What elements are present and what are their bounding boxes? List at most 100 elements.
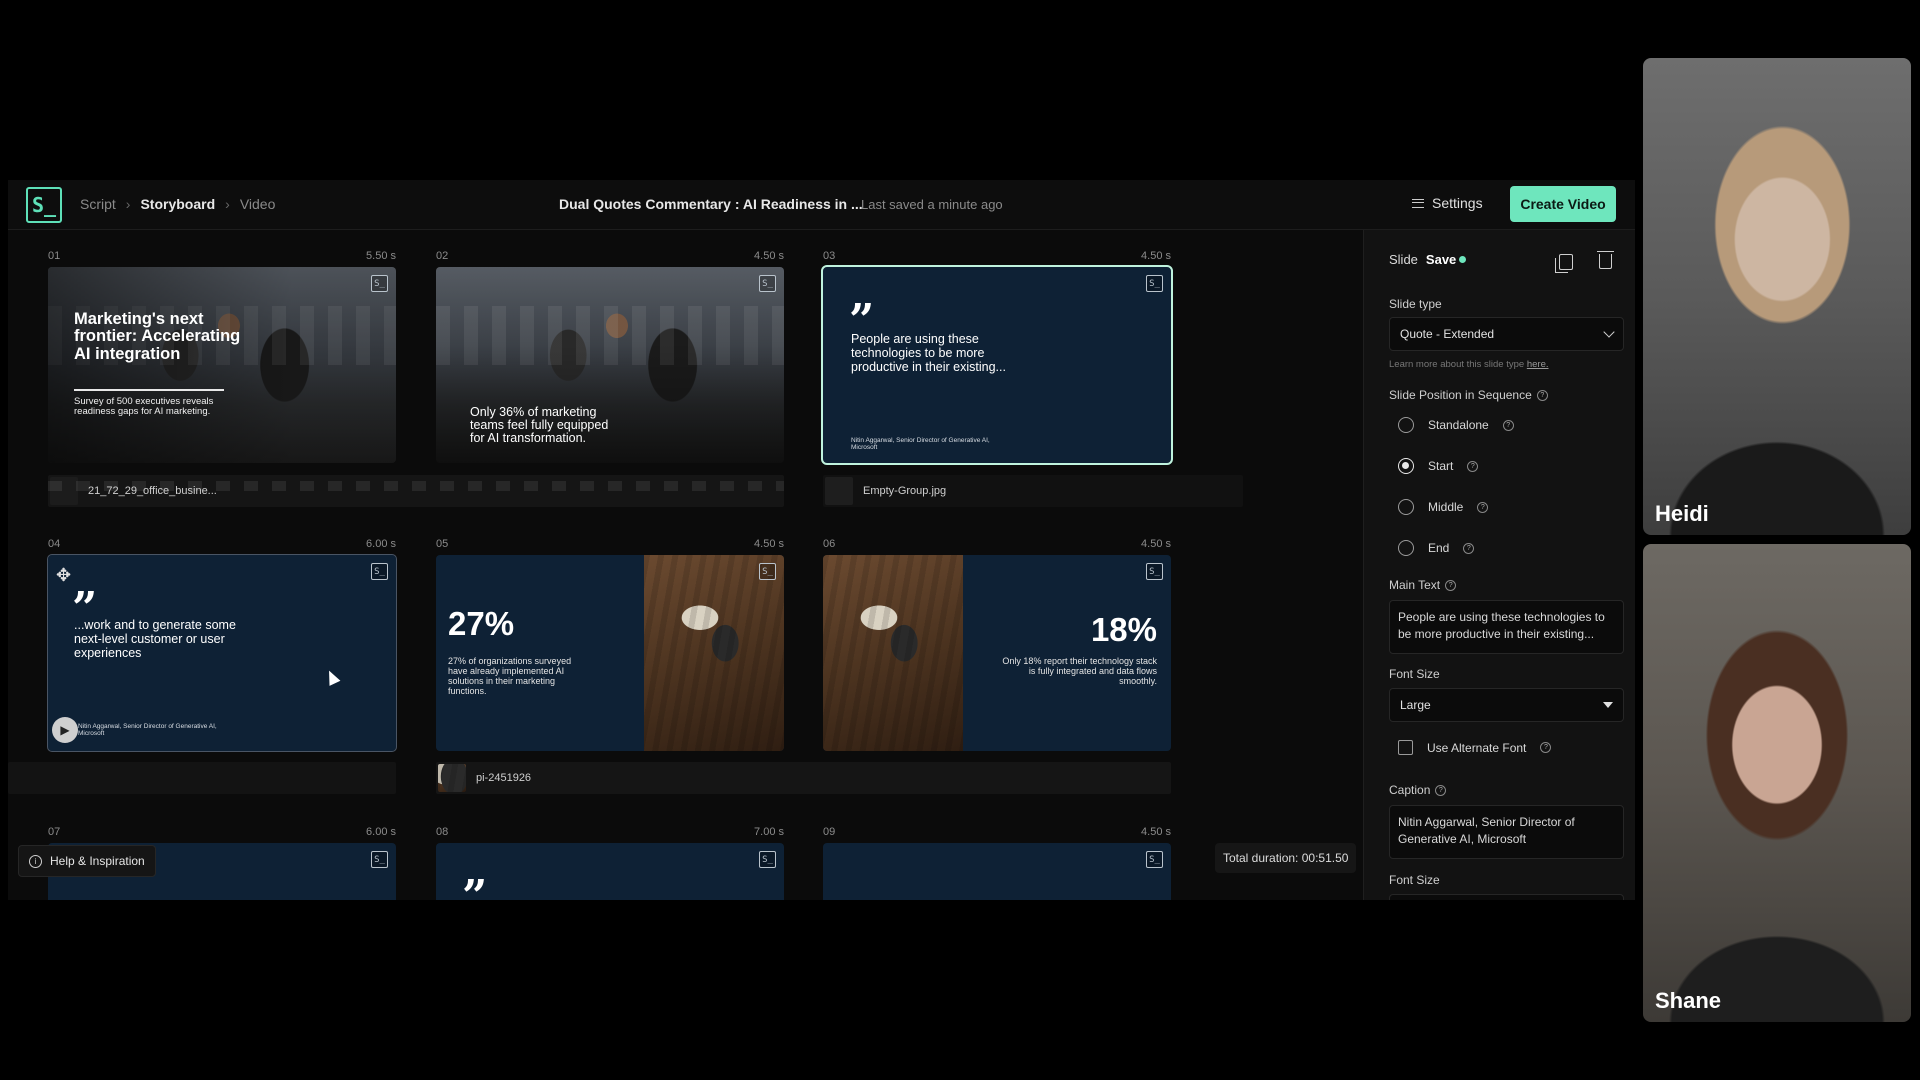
menu-icon: [1412, 198, 1424, 208]
slide-type-icon[interactable]: S_: [1146, 851, 1163, 868]
radio-button-selected[interactable]: [1398, 458, 1414, 474]
asset-bar[interactable]: Empty-Group.jpg: [823, 475, 1243, 507]
slide-type-icon[interactable]: S_: [759, 275, 776, 292]
slide-card[interactable]: 09 4.50 s S_: [823, 821, 1171, 900]
create-video-button[interactable]: Create Video: [1510, 186, 1616, 222]
checkbox[interactable]: [1398, 740, 1413, 755]
breadcrumb-storyboard[interactable]: Storyboard: [140, 196, 215, 212]
help-icon[interactable]: ?: [1445, 579, 1457, 591]
unsaved-dot-icon: [1459, 256, 1467, 263]
help-icon[interactable]: ?: [1477, 501, 1489, 513]
breadcrumb-script[interactable]: Script: [80, 196, 116, 212]
slide-type-icon[interactable]: S_: [759, 851, 776, 868]
slide-type-icon[interactable]: S_: [371, 563, 388, 580]
breadcrumb-video[interactable]: Video: [240, 196, 276, 212]
slide-duration: 5.50 s: [366, 250, 396, 262]
slide-type-icon[interactable]: S_: [1146, 563, 1163, 580]
slide-settings-panel: Slide Save Slide type Quote - Extended L…: [1363, 230, 1635, 900]
play-icon[interactable]: ▶: [52, 717, 78, 743]
font-size-select[interactable]: Large: [1389, 688, 1624, 722]
slide-quote: ...work and to generate some next-level …: [74, 618, 236, 660]
slide-thumbnail[interactable]: 27% 27% of organizations surveyed have a…: [436, 555, 784, 751]
chevron-down-icon: [1603, 326, 1615, 338]
font-size-value: Large: [1400, 698, 1431, 712]
caption-label: Caption ?: [1389, 783, 1447, 797]
asset-bar[interactable]: 21_72_29_office_busine...: [48, 475, 784, 507]
move-icon[interactable]: ✥: [56, 565, 71, 586]
radio-standalone[interactable]: Standalone ?: [1398, 417, 1514, 433]
alternate-font-checkbox-row[interactable]: Use Alternate Font ?: [1398, 740, 1552, 755]
slide-thumbnail[interactable]: Marketing's next frontier: Accelerating …: [48, 267, 396, 463]
slide-duration: 4.50 s: [754, 538, 784, 550]
slide-thumbnail[interactable]: ” People are using these technologies to…: [821, 265, 1173, 465]
slide-card[interactable]: 04 6.00 s ✥ ” ...work and to generate so…: [47, 533, 397, 752]
main-text-input[interactable]: People are using these technologies to b…: [1389, 600, 1624, 654]
slide-thumbnail[interactable]: S_: [823, 843, 1171, 900]
slide-type-label: Slide type: [1389, 297, 1442, 311]
help-icon[interactable]: ?: [1467, 460, 1479, 472]
radio-middle[interactable]: Middle ?: [1398, 499, 1489, 515]
storyboard-grid: 01 5.50 s Marketing's next frontier: Acc…: [8, 230, 1363, 900]
duplicate-icon[interactable]: [1555, 254, 1573, 273]
radio-button[interactable]: [1398, 417, 1414, 433]
help-inspiration-button[interactable]: i Help & Inspiration: [18, 845, 156, 877]
slide-card[interactable]: 06 4.50 s 18% Only 18% report their tech…: [823, 533, 1171, 751]
slide-number: 02: [436, 250, 449, 262]
radio-button[interactable]: [1398, 540, 1414, 556]
asset-thumbnail: [438, 764, 466, 792]
radio-button[interactable]: [1398, 499, 1414, 515]
help-icon[interactable]: ?: [1540, 742, 1552, 753]
slide-card-selected[interactable]: 03 4.50 s ” People are using these techn…: [821, 245, 1173, 465]
slide-card[interactable]: 02 4.50 s Only 36% of marketing teams fe…: [436, 245, 784, 463]
slide-thumbnail[interactable]: ” S_: [436, 843, 784, 900]
slide-duration: 6.00 s: [366, 538, 396, 550]
save-status: Last saved a minute ago: [861, 197, 1003, 212]
trash-icon[interactable]: [1597, 251, 1614, 269]
slide-type-icon[interactable]: S_: [759, 563, 776, 580]
top-bar: S_ Script › Storyboard › Video Dual Quot…: [8, 180, 1635, 230]
save-button[interactable]: Save: [1426, 252, 1467, 267]
help-icon[interactable]: ?: [1463, 542, 1475, 554]
slide-number: 06: [823, 538, 836, 550]
help-icon[interactable]: ?: [1502, 419, 1514, 431]
settings-label: Settings: [1432, 195, 1483, 211]
help-icon[interactable]: ?: [1536, 389, 1548, 401]
slide-type-icon[interactable]: S_: [371, 275, 388, 292]
caption-font-size-select[interactable]: [1389, 894, 1624, 900]
caption-font-size-label: Font Size: [1389, 873, 1440, 887]
slide-card[interactable]: 01 5.50 s Marketing's next frontier: Acc…: [48, 245, 396, 463]
caption-input[interactable]: Nitin Aggarwal, Senior Director of Gener…: [1389, 805, 1624, 859]
help-icon[interactable]: ?: [1435, 784, 1447, 796]
app-logo[interactable]: S_: [26, 187, 62, 223]
slide-thumbnail[interactable]: Only 36% of marketing teams feel fully e…: [436, 267, 784, 463]
slide-type-icon[interactable]: S_: [1146, 275, 1163, 292]
learn-more-link[interactable]: here.: [1527, 359, 1549, 370]
asset-filename: pi-2451926: [476, 772, 532, 784]
learn-more-text: Learn more about this slide type here.: [1389, 359, 1549, 370]
slide-type-select[interactable]: Quote - Extended: [1389, 317, 1624, 351]
participant-video: Heidi: [1643, 58, 1911, 535]
participant-name: Heidi: [1655, 501, 1709, 526]
slide-subtitle: Survey of 500 executives reveals readine…: [74, 396, 214, 418]
asset-bar[interactable]: [8, 762, 396, 794]
slide-number: 04: [48, 538, 61, 550]
slide-number: 03: [823, 250, 836, 262]
participant-video: Shane: [1643, 544, 1911, 1022]
document-title[interactable]: Dual Quotes Commentary : AI Readiness in…: [559, 196, 863, 212]
slide-card[interactable]: 08 7.00 s ” S_: [436, 821, 784, 900]
slide-thumbnail[interactable]: 18% Only 18% report their technology sta…: [823, 555, 1171, 751]
caret-down-icon: [1603, 702, 1613, 708]
settings-button[interactable]: Settings: [1412, 195, 1483, 211]
slide-thumbnail[interactable]: ✥ ” ...work and to generate some next-le…: [47, 554, 397, 752]
slide-title: Marketing's next frontier: Accelerating …: [74, 310, 241, 363]
position-label: Slide Position in Sequence ?: [1389, 388, 1548, 402]
radio-end[interactable]: End ?: [1398, 540, 1475, 556]
asset-bar[interactable]: pi-2451926: [436, 762, 1171, 794]
radio-start[interactable]: Start ?: [1398, 458, 1479, 474]
slide-duration: 4.50 s: [1141, 826, 1171, 838]
chevron-right-icon: ›: [225, 196, 230, 212]
slide-type-icon[interactable]: S_: [371, 851, 388, 868]
slide-card[interactable]: 05 4.50 s 27% 27% of organizations surve…: [436, 533, 784, 751]
slide-quote: People are using these technologies to b…: [851, 332, 1006, 374]
app-window: S_ Script › Storyboard › Video Dual Quot…: [8, 180, 1635, 900]
